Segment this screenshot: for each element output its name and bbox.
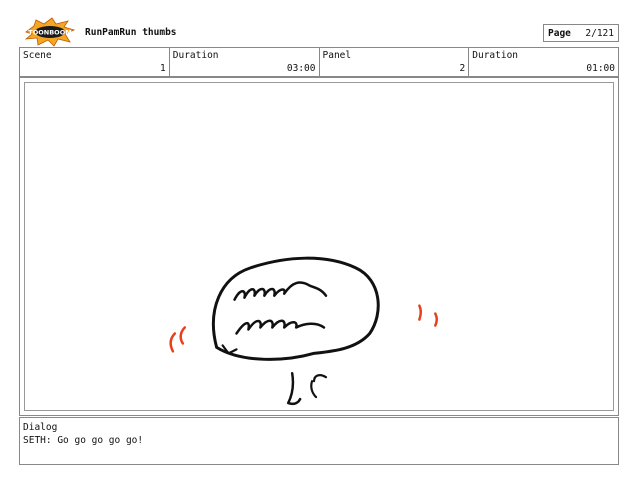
scene-duration-label: Duration bbox=[172, 50, 219, 61]
panel-duration-label: Duration bbox=[472, 50, 519, 61]
panel-duration-cell: Duration 01:00 bbox=[469, 48, 618, 76]
document-title: RunPamRun thumbs bbox=[85, 27, 177, 38]
dialog-text: SETH: Go go go go go! bbox=[23, 435, 144, 446]
scene-cell: Scene 1 bbox=[20, 48, 170, 76]
thought-bubble-sketch-icon bbox=[169, 256, 439, 406]
storyboard-page: TOONBOOM RunPamRun thumbs Page 2/121 Sce… bbox=[0, 0, 638, 494]
logo-text: TOONBOOM bbox=[28, 29, 71, 37]
page-indicator: Page 2/121 bbox=[543, 24, 619, 42]
info-row: Scene 1 Duration 03:00 Panel 2 Duration … bbox=[19, 47, 619, 77]
scene-value: 1 bbox=[160, 63, 166, 74]
panel-duration-value: 01:00 bbox=[586, 63, 615, 74]
page-number: 2/121 bbox=[585, 27, 614, 39]
page-label: Page bbox=[548, 27, 571, 39]
panel-cell: Panel 2 bbox=[320, 48, 470, 76]
scene-duration-cell: Duration 03:00 bbox=[170, 48, 320, 76]
scene-label: Scene bbox=[23, 50, 52, 61]
panel-value: 2 bbox=[459, 63, 466, 74]
dialog-box: Dialog SETH: Go go go go go! bbox=[19, 417, 619, 465]
panel-label: Panel bbox=[322, 50, 352, 61]
toonboom-logo-icon: TOONBOOM bbox=[24, 17, 76, 47]
panel-drawing-area bbox=[24, 82, 614, 411]
dialog-label: Dialog bbox=[23, 422, 58, 433]
scene-duration-value: 03:00 bbox=[286, 63, 316, 74]
panel-frame bbox=[19, 77, 619, 416]
